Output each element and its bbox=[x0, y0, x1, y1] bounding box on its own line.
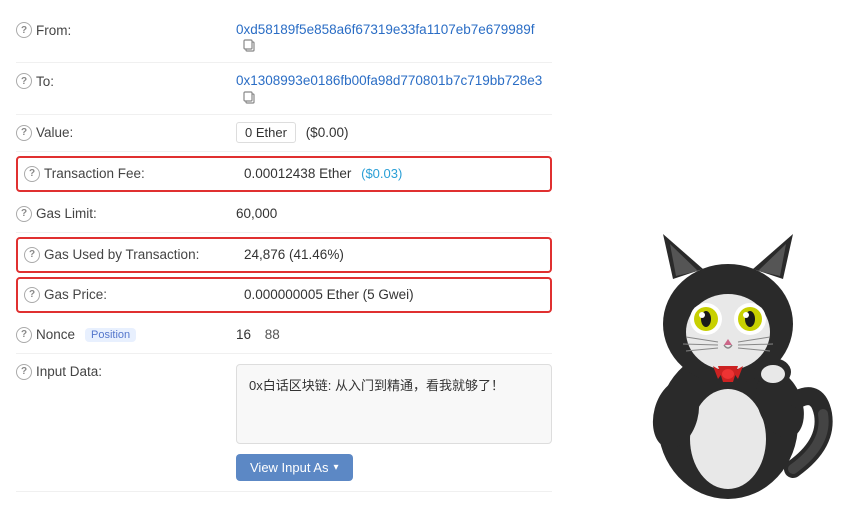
value-ether: 0 Ether bbox=[236, 122, 296, 143]
from-value: 0xd58189f5e858a6f67319e33fa1107eb7e67998… bbox=[236, 22, 552, 52]
fee-label-text: Transaction Fee: bbox=[44, 166, 145, 181]
gas-price-help-icon[interactable]: ? bbox=[24, 287, 40, 303]
fee-ether: 0.00012438 Ether bbox=[244, 166, 351, 181]
nonce-label-text: Nonce bbox=[36, 327, 75, 342]
value-usd: ($0.00) bbox=[306, 125, 349, 140]
from-label-text: From: bbox=[36, 23, 71, 38]
from-address[interactable]: 0xd58189f5e858a6f67319e33fa1107eb7e67998… bbox=[236, 22, 535, 37]
nonce-88: 88 bbox=[265, 327, 280, 342]
nonce-help-icon[interactable]: ? bbox=[16, 327, 32, 343]
input-data-row: ? Input Data: 0x白话区块链: 从入门到精通，看我就够了！ Vie… bbox=[16, 354, 552, 492]
from-row: ? From: 0xd58189f5e858a6f67319e33fa1107e… bbox=[16, 12, 552, 63]
chevron-down-icon: ▾ bbox=[334, 462, 339, 473]
fee-help-icon[interactable]: ? bbox=[24, 166, 40, 182]
to-row: ? To: 0x1308993e0186fb00fa98d770801b7c71… bbox=[16, 63, 552, 114]
gas-used-label-text: Gas Used by Transaction: bbox=[44, 247, 199, 262]
gas-limit-label: ? Gas Limit: bbox=[16, 206, 236, 222]
gas-limit-help-icon[interactable]: ? bbox=[16, 206, 32, 222]
gas-limit-label-text: Gas Limit: bbox=[36, 206, 97, 221]
fee-usd: ($0.03) bbox=[361, 166, 402, 181]
to-label: ? To: bbox=[16, 73, 236, 89]
to-value: 0x1308993e0186fb00fa98d770801b7c719bb728… bbox=[236, 73, 552, 103]
fee-label: ? Transaction Fee: bbox=[24, 166, 244, 182]
gas-price-label-text: Gas Price: bbox=[44, 287, 107, 302]
to-copy-icon[interactable] bbox=[242, 90, 256, 104]
gas-used-help-icon[interactable]: ? bbox=[24, 247, 40, 263]
view-input-label: View Input As bbox=[250, 460, 329, 475]
gas-used-value: 24,876 (41.46%) bbox=[244, 247, 544, 262]
main-container: ? From: 0xd58189f5e858a6f67319e33fa1107e… bbox=[0, 0, 848, 504]
gas-used-label: ? Gas Used by Transaction: bbox=[24, 247, 244, 263]
from-help-icon[interactable]: ? bbox=[16, 22, 32, 38]
gas-limit-value: 60,000 bbox=[236, 206, 552, 221]
value-amount: 0 Ether ($0.00) bbox=[236, 125, 552, 140]
left-panel: ? From: 0xd58189f5e858a6f67319e33fa1107e… bbox=[0, 0, 568, 504]
input-data-help-icon[interactable]: ? bbox=[16, 364, 32, 380]
to-help-icon[interactable]: ? bbox=[16, 73, 32, 89]
nonce-value: 16 88 bbox=[236, 327, 552, 342]
input-data-label-text: Input Data: bbox=[36, 364, 102, 379]
value-row: ? Value: 0 Ether ($0.00) bbox=[16, 115, 552, 152]
nonce-row: ? Nonce Position 16 88 bbox=[16, 317, 552, 354]
nonce-label: ? Nonce Position bbox=[16, 327, 236, 343]
nonce-number: 16 bbox=[236, 327, 251, 342]
from-copy-icon[interactable] bbox=[242, 38, 256, 52]
input-data-box: 0x白话区块链: 从入门到精通，看我就够了！ bbox=[236, 364, 552, 444]
gas-limit-row: ? Gas Limit: 60,000 bbox=[16, 196, 552, 233]
fee-value: 0.00012438 Ether ($0.03) bbox=[244, 166, 544, 181]
gas-price-row: ? Gas Price: 0.000000005 Ether (5 Gwei) bbox=[16, 277, 552, 313]
to-address[interactable]: 0x1308993e0186fb00fa98d770801b7c719bb728… bbox=[236, 73, 542, 88]
input-data-content: 0x白话区块链: 从入门到精通，看我就够了！ View Input As ▾ bbox=[236, 364, 552, 481]
transaction-fee-row: ? Transaction Fee: 0.00012438 Ether ($0.… bbox=[16, 156, 552, 192]
value-label: ? Value: bbox=[16, 125, 236, 141]
nonce-position-badge: Position bbox=[85, 328, 136, 342]
to-label-text: To: bbox=[36, 74, 54, 89]
from-label: ? From: bbox=[16, 22, 236, 38]
gas-price-label: ? Gas Price: bbox=[24, 287, 244, 303]
right-panel bbox=[568, 0, 848, 504]
value-label-text: Value: bbox=[36, 125, 73, 140]
cat-image bbox=[618, 204, 838, 504]
value-help-icon[interactable]: ? bbox=[16, 125, 32, 141]
view-input-button[interactable]: View Input As ▾ bbox=[236, 454, 353, 481]
gas-used-row: ? Gas Used by Transaction: 24,876 (41.46… bbox=[16, 237, 552, 273]
input-data-label: ? Input Data: bbox=[16, 364, 236, 380]
gas-price-value: 0.000000005 Ether (5 Gwei) bbox=[244, 287, 544, 302]
